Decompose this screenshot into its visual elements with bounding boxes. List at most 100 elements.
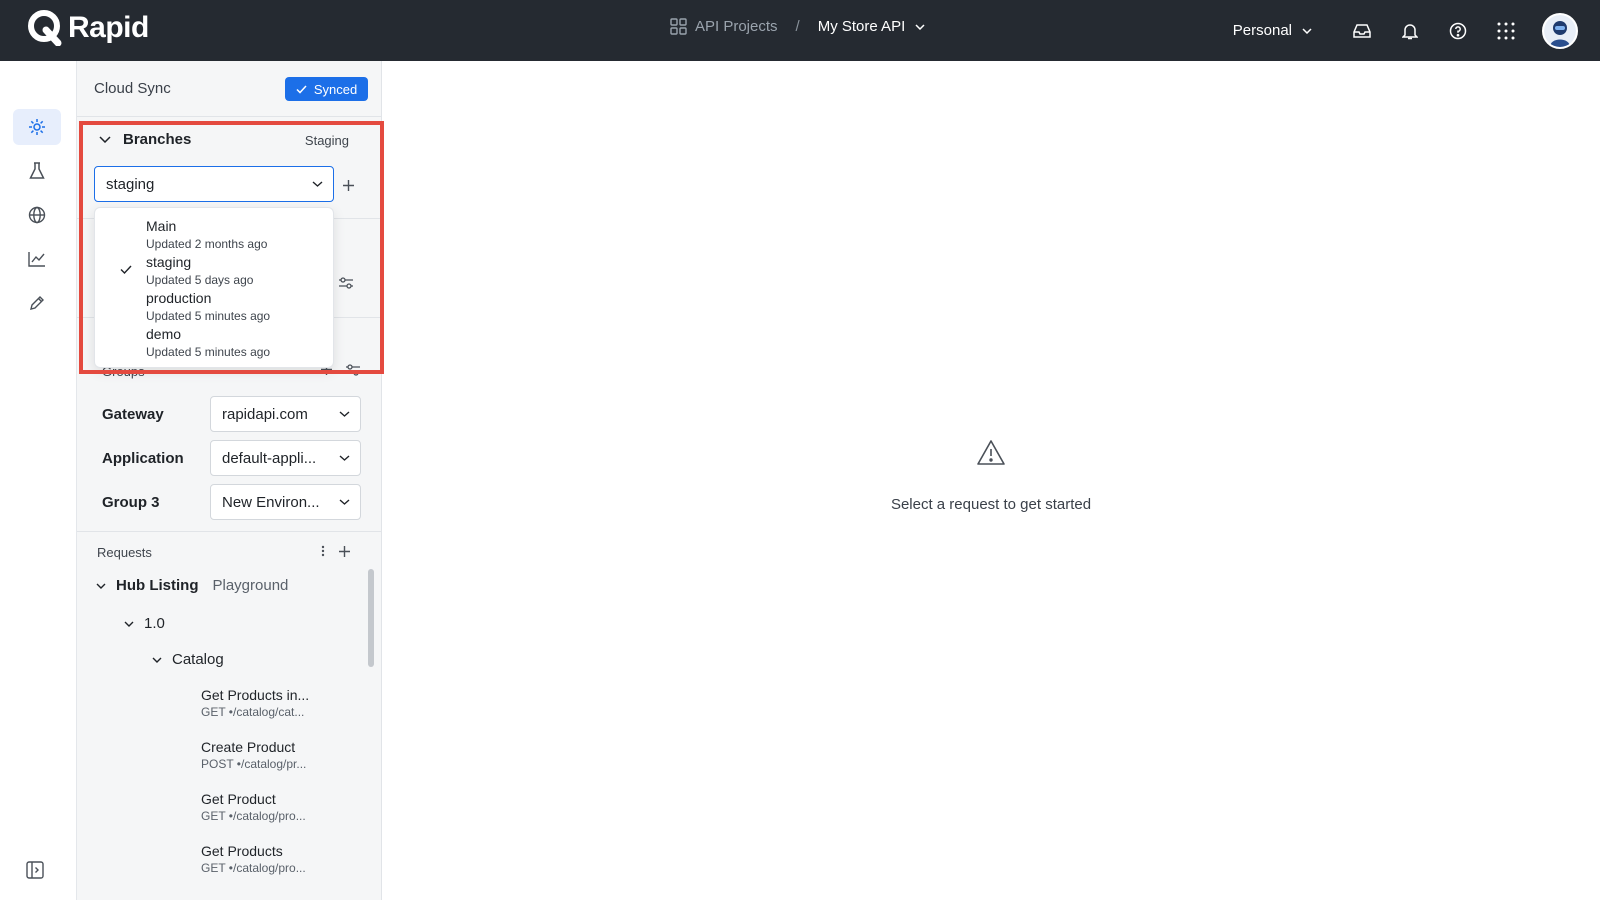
collapse-sidebar-button[interactable] <box>26 861 44 884</box>
request-item[interactable]: Create Product POST •/catalog/pr... <box>201 739 361 771</box>
user-avatar[interactable] <box>1542 12 1578 49</box>
warning-icon <box>977 440 1005 465</box>
request-item[interactable]: Get Products GET •/catalog/pro... <box>201 843 361 875</box>
check-icon <box>296 84 307 94</box>
tree-node-api[interactable]: Hub Listing Playground <box>96 577 288 594</box>
brand-logo[interactable]: Rapid <box>28 10 149 46</box>
top-bar: Rapid API Projects / My Store API Person… <box>0 0 1600 61</box>
nav-testing[interactable] <box>13 153 61 189</box>
breadcrumb-projects[interactable]: API Projects <box>670 18 778 35</box>
group-label: Group 3 <box>102 493 160 511</box>
tree-node-folder[interactable]: Catalog <box>152 651 224 668</box>
globe-icon <box>28 206 46 224</box>
add-branch-button[interactable] <box>337 174 359 196</box>
request-path: GET •/catalog/cat... <box>201 705 305 719</box>
nav-hub[interactable] <box>13 197 61 233</box>
branch-option-updated: Updated 5 days ago <box>146 273 254 287</box>
request-title: Get Products <box>201 843 283 859</box>
branch-select[interactable]: staging <box>94 166 334 202</box>
group-3-select[interactable]: New Environ... <box>210 484 361 520</box>
top-bar-actions: Personal <box>1233 0 1600 61</box>
branch-option-demo[interactable]: demo Updated 5 minutes ago <box>95 323 335 359</box>
request-item[interactable]: Get Products in... GET •/catalog/cat... <box>201 687 361 719</box>
rapid-logo-icon <box>28 10 62 46</box>
group-label: Application <box>102 449 184 467</box>
branch-option-name: staging <box>146 254 192 270</box>
branch-option-name: Main <box>146 218 177 234</box>
current-project-name: My Store API <box>817 18 906 35</box>
group-row-gateway: Gateway rapidapi.com <box>102 396 364 432</box>
chevron-down-icon <box>339 499 350 505</box>
branch-option-updated: Updated 2 months ago <box>146 237 268 251</box>
select-value: default-appli... <box>222 449 317 467</box>
chevron-down-icon <box>124 621 134 627</box>
sliders-icon[interactable] <box>346 364 360 376</box>
branches-title: Branches <box>123 131 192 148</box>
grid-icon <box>670 18 687 35</box>
branch-option-name: production <box>146 290 212 306</box>
apps-grid-icon <box>1497 22 1515 39</box>
gateway-select[interactable]: rapidapi.com <box>210 396 361 432</box>
apps-button[interactable] <box>1482 0 1530 61</box>
branch-option-staging[interactable]: staging Updated 5 days ago <box>95 251 335 287</box>
requests-scrollbar[interactable] <box>368 569 374 667</box>
branch-option-updated: Updated 5 minutes ago <box>146 345 271 359</box>
api-context: Playground <box>212 577 289 594</box>
flask-icon <box>29 162 45 179</box>
avatar-image <box>1544 14 1576 47</box>
inbox-button[interactable] <box>1338 0 1386 61</box>
group-label: Gateway <box>102 405 164 423</box>
hub-icon <box>29 119 45 135</box>
notifications-button[interactable] <box>1386 0 1434 61</box>
chevron-down-icon <box>99 136 111 143</box>
workspace-switcher[interactable]: Personal <box>1233 22 1312 39</box>
breadcrumb: API Projects / My Store API <box>670 18 925 35</box>
select-value: New Environ... <box>222 493 320 511</box>
branches-toggle[interactable]: Branches <box>99 131 191 148</box>
folder-label: Catalog <box>172 651 224 668</box>
workspace-name: Personal <box>1232 22 1292 39</box>
current-branch-label: Staging <box>304 133 349 148</box>
requests-actions <box>321 545 350 557</box>
chevron-down-icon <box>339 455 350 461</box>
chevron-down-icon <box>915 23 925 30</box>
more-vertical-icon[interactable] <box>321 545 325 557</box>
nav-analytics[interactable] <box>13 241 61 277</box>
request-title: Get Products in... <box>201 687 310 703</box>
synced-status-button[interactable]: Synced <box>285 77 368 101</box>
request-path: GET •/catalog/pro... <box>201 809 306 823</box>
version-label: 1.0 <box>144 615 165 632</box>
left-nav-rail <box>0 61 77 900</box>
branch-select-value: staging <box>106 175 155 193</box>
project-switcher[interactable]: My Store API <box>818 18 926 35</box>
tree-node-version[interactable]: 1.0 <box>124 615 165 632</box>
request-path: GET •/catalog/pro... <box>201 861 306 875</box>
request-title: Get Product <box>201 791 276 807</box>
nav-api-projects[interactable] <box>13 109 61 145</box>
cloud-sync-bar: Cloud Sync Synced <box>77 61 382 117</box>
cloud-sync-label: Cloud Sync <box>94 80 171 97</box>
application-select[interactable]: default-appli... <box>210 440 361 476</box>
help-icon <box>1449 22 1467 39</box>
group-row-application: Application default-appli... <box>102 440 364 476</box>
plus-icon[interactable] <box>339 545 350 557</box>
select-value: rapidapi.com <box>222 405 308 423</box>
pencil-icon <box>30 296 44 310</box>
request-path: POST •/catalog/pr... <box>201 757 307 771</box>
chevron-down-icon <box>339 411 350 417</box>
branch-dropdown-menu: Main Updated 2 months ago staging Update… <box>94 207 334 368</box>
chevron-down-icon <box>312 181 323 187</box>
chevron-down-icon <box>152 657 162 663</box>
branch-option-main[interactable]: Main Updated 2 months ago <box>95 215 335 251</box>
branch-option-production[interactable]: production Updated 5 minutes ago <box>95 287 335 323</box>
help-button[interactable] <box>1434 0 1482 61</box>
request-item[interactable]: Get Product GET •/catalog/pro... <box>201 791 361 823</box>
chart-line-icon <box>28 252 45 267</box>
inbox-icon <box>1353 23 1371 38</box>
requests-label: Requests <box>97 545 152 560</box>
breadcrumb-projects-label: API Projects <box>695 18 778 35</box>
branch-option-name: demo <box>146 326 182 342</box>
nav-design[interactable] <box>13 285 61 321</box>
request-title: Create Product <box>201 739 296 755</box>
environment-filter-button[interactable] <box>339 276 353 294</box>
